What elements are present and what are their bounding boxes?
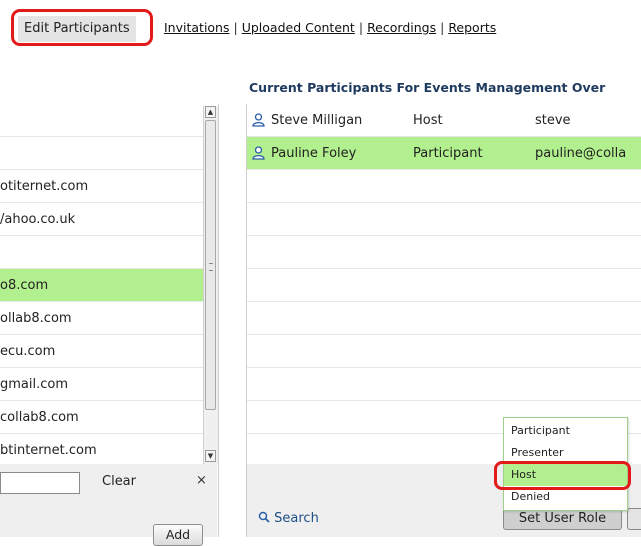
participant-name: Pauline Foley (271, 146, 357, 161)
annotation-highlight-ring (11, 9, 153, 46)
tab-invitations[interactable]: Invitations (164, 20, 230, 35)
tab-uploaded-content[interactable]: Uploaded Content (242, 20, 355, 35)
role-option-participant[interactable]: Participant (504, 420, 627, 442)
available-users-toolbar: Clear × Add (0, 464, 217, 546)
add-button[interactable]: Add (153, 524, 203, 546)
tab-recordings[interactable]: Recordings (367, 20, 436, 35)
list-item[interactable]: gmail.com (0, 368, 203, 401)
table-row (247, 302, 641, 335)
list-item[interactable]: btinternet.com (0, 434, 203, 467)
magnifier-icon (258, 511, 270, 523)
tab-separator: | (358, 20, 364, 35)
user-icon (252, 113, 265, 127)
clear-button[interactable]: Clear (102, 474, 136, 489)
set-user-role-button[interactable]: Set User Role (503, 508, 622, 530)
list-item-selected[interactable]: o8.com (0, 269, 203, 302)
available-users-panel: otiternet.com /ahoo.co.uk o8.com ollab8.… (0, 104, 219, 546)
search-button[interactable]: Search (258, 511, 319, 526)
list-item[interactable] (0, 236, 203, 269)
participant-role: Host (413, 113, 443, 128)
list-item[interactable] (0, 104, 203, 137)
available-users-list: otiternet.com /ahoo.co.uk o8.com ollab8.… (0, 104, 203, 467)
participant-role: Participant (413, 146, 483, 161)
table-row (247, 368, 641, 401)
available-users-scrollbar[interactable]: ▲ ▼ (203, 106, 218, 464)
list-item[interactable]: collab8.com (0, 401, 203, 434)
user-icon (252, 146, 265, 160)
table-row (247, 170, 641, 203)
table-row (247, 203, 641, 236)
tab-separator: | (233, 20, 238, 35)
user-search-input[interactable] (0, 472, 80, 494)
list-item[interactable]: ecu.com (0, 335, 203, 368)
close-icon[interactable]: × (196, 473, 207, 488)
tab-separator: | (440, 20, 445, 35)
tab-reports[interactable]: Reports (448, 20, 496, 35)
list-item[interactable]: otiternet.com (0, 170, 203, 203)
participant-name: Steve Milligan (271, 113, 363, 128)
annotation-highlight-ring (494, 461, 631, 490)
current-participants-title: Current Participants For Events Manageme… (249, 80, 606, 95)
tab-bar: Edit Participants Invitations | Uploaded C… (0, 0, 641, 60)
scrollbar-thumb[interactable] (205, 120, 216, 410)
list-item[interactable]: /ahoo.co.uk (0, 203, 203, 236)
table-row (247, 269, 641, 302)
list-item[interactable] (0, 137, 203, 170)
search-label: Search (274, 511, 319, 526)
next-button[interactable] (627, 508, 641, 530)
table-row[interactable]: Steve Milligan Host steve (247, 104, 641, 137)
grip-icon (209, 263, 213, 271)
table-row-selected[interactable]: Pauline Foley Participant pauline@colla (247, 137, 641, 170)
participant-username: pauline@colla (535, 146, 627, 161)
list-item[interactable]: ollab8.com (0, 302, 203, 335)
table-row (247, 236, 641, 269)
arrow-down-icon[interactable]: ▼ (205, 450, 216, 462)
participant-username: steve (535, 113, 571, 128)
tab-links: Invitations | Uploaded Content | Recordings |… (164, 20, 496, 35)
arrow-up-icon[interactable]: ▲ (205, 106, 216, 118)
table-row (247, 335, 641, 368)
